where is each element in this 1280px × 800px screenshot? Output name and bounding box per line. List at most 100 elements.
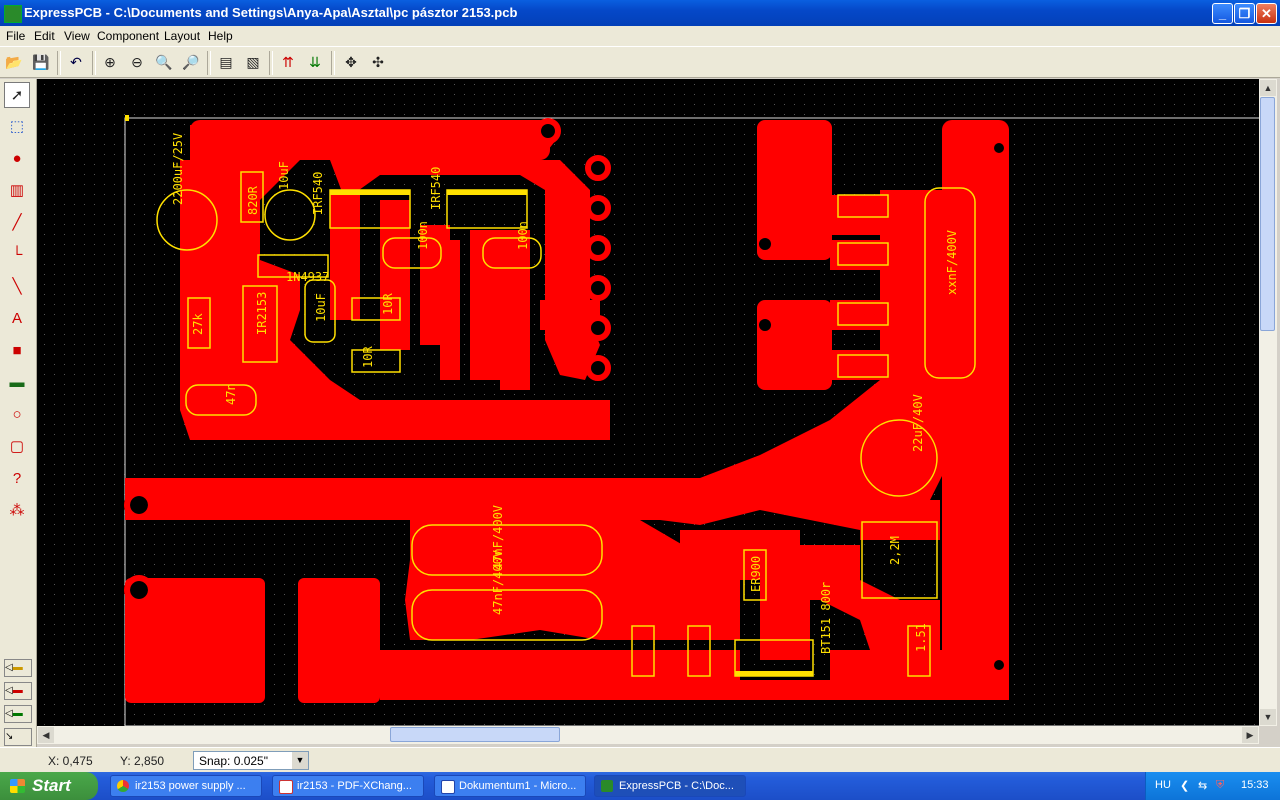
layer-icon[interactable]: ■ bbox=[4, 338, 30, 364]
label-r3: 10R bbox=[381, 293, 395, 315]
undo-icon[interactable]: ↶ bbox=[64, 51, 88, 74]
tray-expand-icon[interactable]: ❮ bbox=[1180, 779, 1189, 792]
label-t3: BT151 800r bbox=[819, 582, 833, 654]
zoom-area-icon[interactable]: ⬚ bbox=[4, 114, 30, 140]
zoom-window-icon[interactable]: 🔎 bbox=[179, 51, 203, 74]
maximize-button[interactable]: ❐ bbox=[1234, 3, 1255, 24]
pcb-canvas[interactable]: 2200uF/25V 10uF 820R IRF540 IRF540 100n … bbox=[37, 79, 1260, 726]
chrome-icon bbox=[117, 780, 129, 792]
task-expresspcb[interactable]: ExpressPCB - C:\Doc... bbox=[594, 775, 746, 797]
label-r1: 820R bbox=[246, 185, 260, 215]
pointer-icon[interactable]: ➚ bbox=[4, 82, 30, 108]
label-c4: 100n bbox=[516, 221, 530, 250]
network-icon[interactable]: ⇆ bbox=[1198, 779, 1207, 792]
menu-component[interactable]: Component bbox=[97, 29, 159, 43]
label-ic: IR2153 bbox=[255, 292, 269, 335]
menu-layout[interactable]: Layout bbox=[164, 29, 200, 43]
vertical-scrollbar[interactable]: ▲ ▼ bbox=[1259, 79, 1277, 726]
corner-icon[interactable]: └ bbox=[4, 242, 30, 268]
layer-net-toggle[interactable]: ↘ bbox=[4, 728, 32, 746]
chevron-down-icon[interactable]: ▼ bbox=[292, 752, 308, 769]
minimize-button[interactable]: _ bbox=[1212, 3, 1233, 24]
align-icon[interactable]: ✣ bbox=[366, 51, 390, 74]
task-word[interactable]: Dokumentum1 - Micro... bbox=[434, 775, 586, 797]
taskbar: Start ir2153 power supply ... ir2153 - P… bbox=[0, 772, 1280, 800]
label-r7: 1.51 bbox=[914, 623, 928, 652]
label-r6: 2,2M bbox=[888, 536, 902, 565]
task-label: ir2153 - PDF-XChang... bbox=[297, 780, 412, 792]
top-layer-icon[interactable]: ⇈ bbox=[276, 51, 300, 74]
toolbar: 📂 💾 ↶ ⊕ ⊖ 🔍 🔎 ▤ ▧ ⇈ ⇊ ✥ ✣ bbox=[0, 46, 1280, 78]
query-icon[interactable]: ? bbox=[4, 466, 30, 492]
label-t1: IRF540 bbox=[311, 172, 325, 215]
menu-bar: File Edit View Component Layout Help bbox=[0, 26, 1280, 46]
antivirus-icon[interactable]: ⛨ bbox=[1216, 779, 1224, 792]
label-c2: 10uF bbox=[277, 161, 291, 190]
label-c5: 10uF bbox=[314, 293, 328, 322]
app-icon bbox=[4, 5, 22, 23]
menu-view[interactable]: View bbox=[64, 29, 90, 43]
horizontal-scroll-thumb[interactable] bbox=[390, 727, 560, 742]
pad-icon[interactable]: ● bbox=[4, 146, 30, 172]
open-icon[interactable]: 📂 bbox=[2, 51, 26, 74]
system-tray: HU ❮ ⇆ ⛨ 15:33 bbox=[1145, 772, 1280, 800]
plane-icon[interactable]: ▬ bbox=[4, 370, 30, 396]
start-button[interactable]: Start bbox=[0, 772, 98, 800]
language-indicator[interactable]: HU bbox=[1155, 779, 1171, 791]
scroll-left-icon[interactable]: ◀ bbox=[38, 727, 54, 743]
layer-bottom-toggle[interactable]: ◁▬ bbox=[4, 682, 32, 700]
label-c7: xxnF/400V bbox=[945, 230, 959, 295]
save-icon[interactable]: 💾 bbox=[29, 51, 53, 74]
snap-value: Snap: 0.025" bbox=[199, 754, 268, 768]
horizontal-scrollbar[interactable]: ◀ ▶ bbox=[37, 726, 1259, 744]
task-label: ExpressPCB - C:\Doc... bbox=[619, 780, 734, 792]
task-chrome[interactable]: ir2153 power supply ... bbox=[110, 775, 262, 797]
task-label: ir2153 power supply ... bbox=[135, 780, 246, 792]
close-button[interactable]: ✕ bbox=[1256, 3, 1277, 24]
windows-flag-icon bbox=[10, 779, 25, 793]
scroll-down-icon[interactable]: ▼ bbox=[1260, 709, 1276, 725]
vertical-scroll-thumb[interactable] bbox=[1260, 97, 1275, 331]
task-pdf[interactable]: ir2153 - PDF-XChang... bbox=[272, 775, 424, 797]
status-bar: X: 0,475 Y: 2,850 Snap: 0.025" ▼ bbox=[0, 747, 1280, 773]
y-coordinate: Y: 2,850 bbox=[120, 754, 165, 768]
pdf-icon bbox=[279, 780, 293, 794]
zoom-out-icon[interactable]: ⊖ bbox=[125, 51, 149, 74]
component-icon[interactable]: ▥ bbox=[4, 178, 30, 204]
start-label: Start bbox=[32, 776, 71, 795]
scroll-right-icon[interactable]: ▶ bbox=[1242, 727, 1258, 743]
properties-icon[interactable]: ▤ bbox=[214, 51, 238, 74]
task-label: Dokumentum1 - Micro... bbox=[459, 780, 577, 792]
zoom-board-icon[interactable]: 🔍 bbox=[152, 51, 176, 74]
netlist-icon[interactable]: ⁂ bbox=[4, 498, 30, 524]
scroll-up-icon[interactable]: ▲ bbox=[1260, 80, 1276, 96]
circle-icon[interactable]: ○ bbox=[4, 402, 30, 428]
ratsnest-icon[interactable]: ╲ bbox=[4, 274, 30, 300]
move-icon[interactable]: ✥ bbox=[339, 51, 363, 74]
text-icon[interactable]: A bbox=[4, 306, 30, 332]
label-c8: 22uF/40V bbox=[911, 394, 925, 452]
title-bar: ExpressPCB - C:\Documents and Settings\A… bbox=[0, 0, 1280, 26]
label-c1: 2200uF/25V bbox=[171, 133, 185, 205]
layer-silk-toggle[interactable]: ◁▬ bbox=[4, 705, 32, 723]
snap-select[interactable]: Snap: 0.025" ▼ bbox=[193, 751, 309, 770]
menu-help[interactable]: Help bbox=[208, 29, 233, 43]
zoom-in-icon[interactable]: ⊕ bbox=[98, 51, 122, 74]
window-title: ExpressPCB - C:\Documents and Settings\A… bbox=[24, 5, 518, 20]
rectangle-icon[interactable]: ▢ bbox=[4, 434, 30, 460]
trace-icon[interactable]: ╱ bbox=[4, 210, 30, 236]
board-props-icon[interactable]: ▧ bbox=[241, 51, 265, 74]
label-c10: 47nF/400V bbox=[491, 550, 505, 615]
label-d1: 1N4937 bbox=[286, 270, 329, 284]
tool-palette: ➚ ⬚ ● ▥ ╱ └ ╲ A ■ ▬ ○ ▢ ? ⁂ ◁▬ ◁▬ ◁▬ ↘ bbox=[0, 79, 37, 747]
label-r4: 10R bbox=[361, 346, 375, 368]
layer-top-toggle[interactable]: ◁▬ bbox=[4, 659, 32, 677]
label-t2: IRF540 bbox=[429, 167, 443, 210]
label-r2: 27k bbox=[191, 313, 205, 335]
menu-edit[interactable]: Edit bbox=[34, 29, 55, 43]
menu-file[interactable]: File bbox=[6, 29, 25, 43]
clock: 15:33 bbox=[1241, 779, 1269, 791]
x-coordinate: X: 0,475 bbox=[48, 754, 93, 768]
label-c6: 47n bbox=[224, 383, 238, 405]
bottom-layer-icon[interactable]: ⇊ bbox=[303, 51, 327, 74]
